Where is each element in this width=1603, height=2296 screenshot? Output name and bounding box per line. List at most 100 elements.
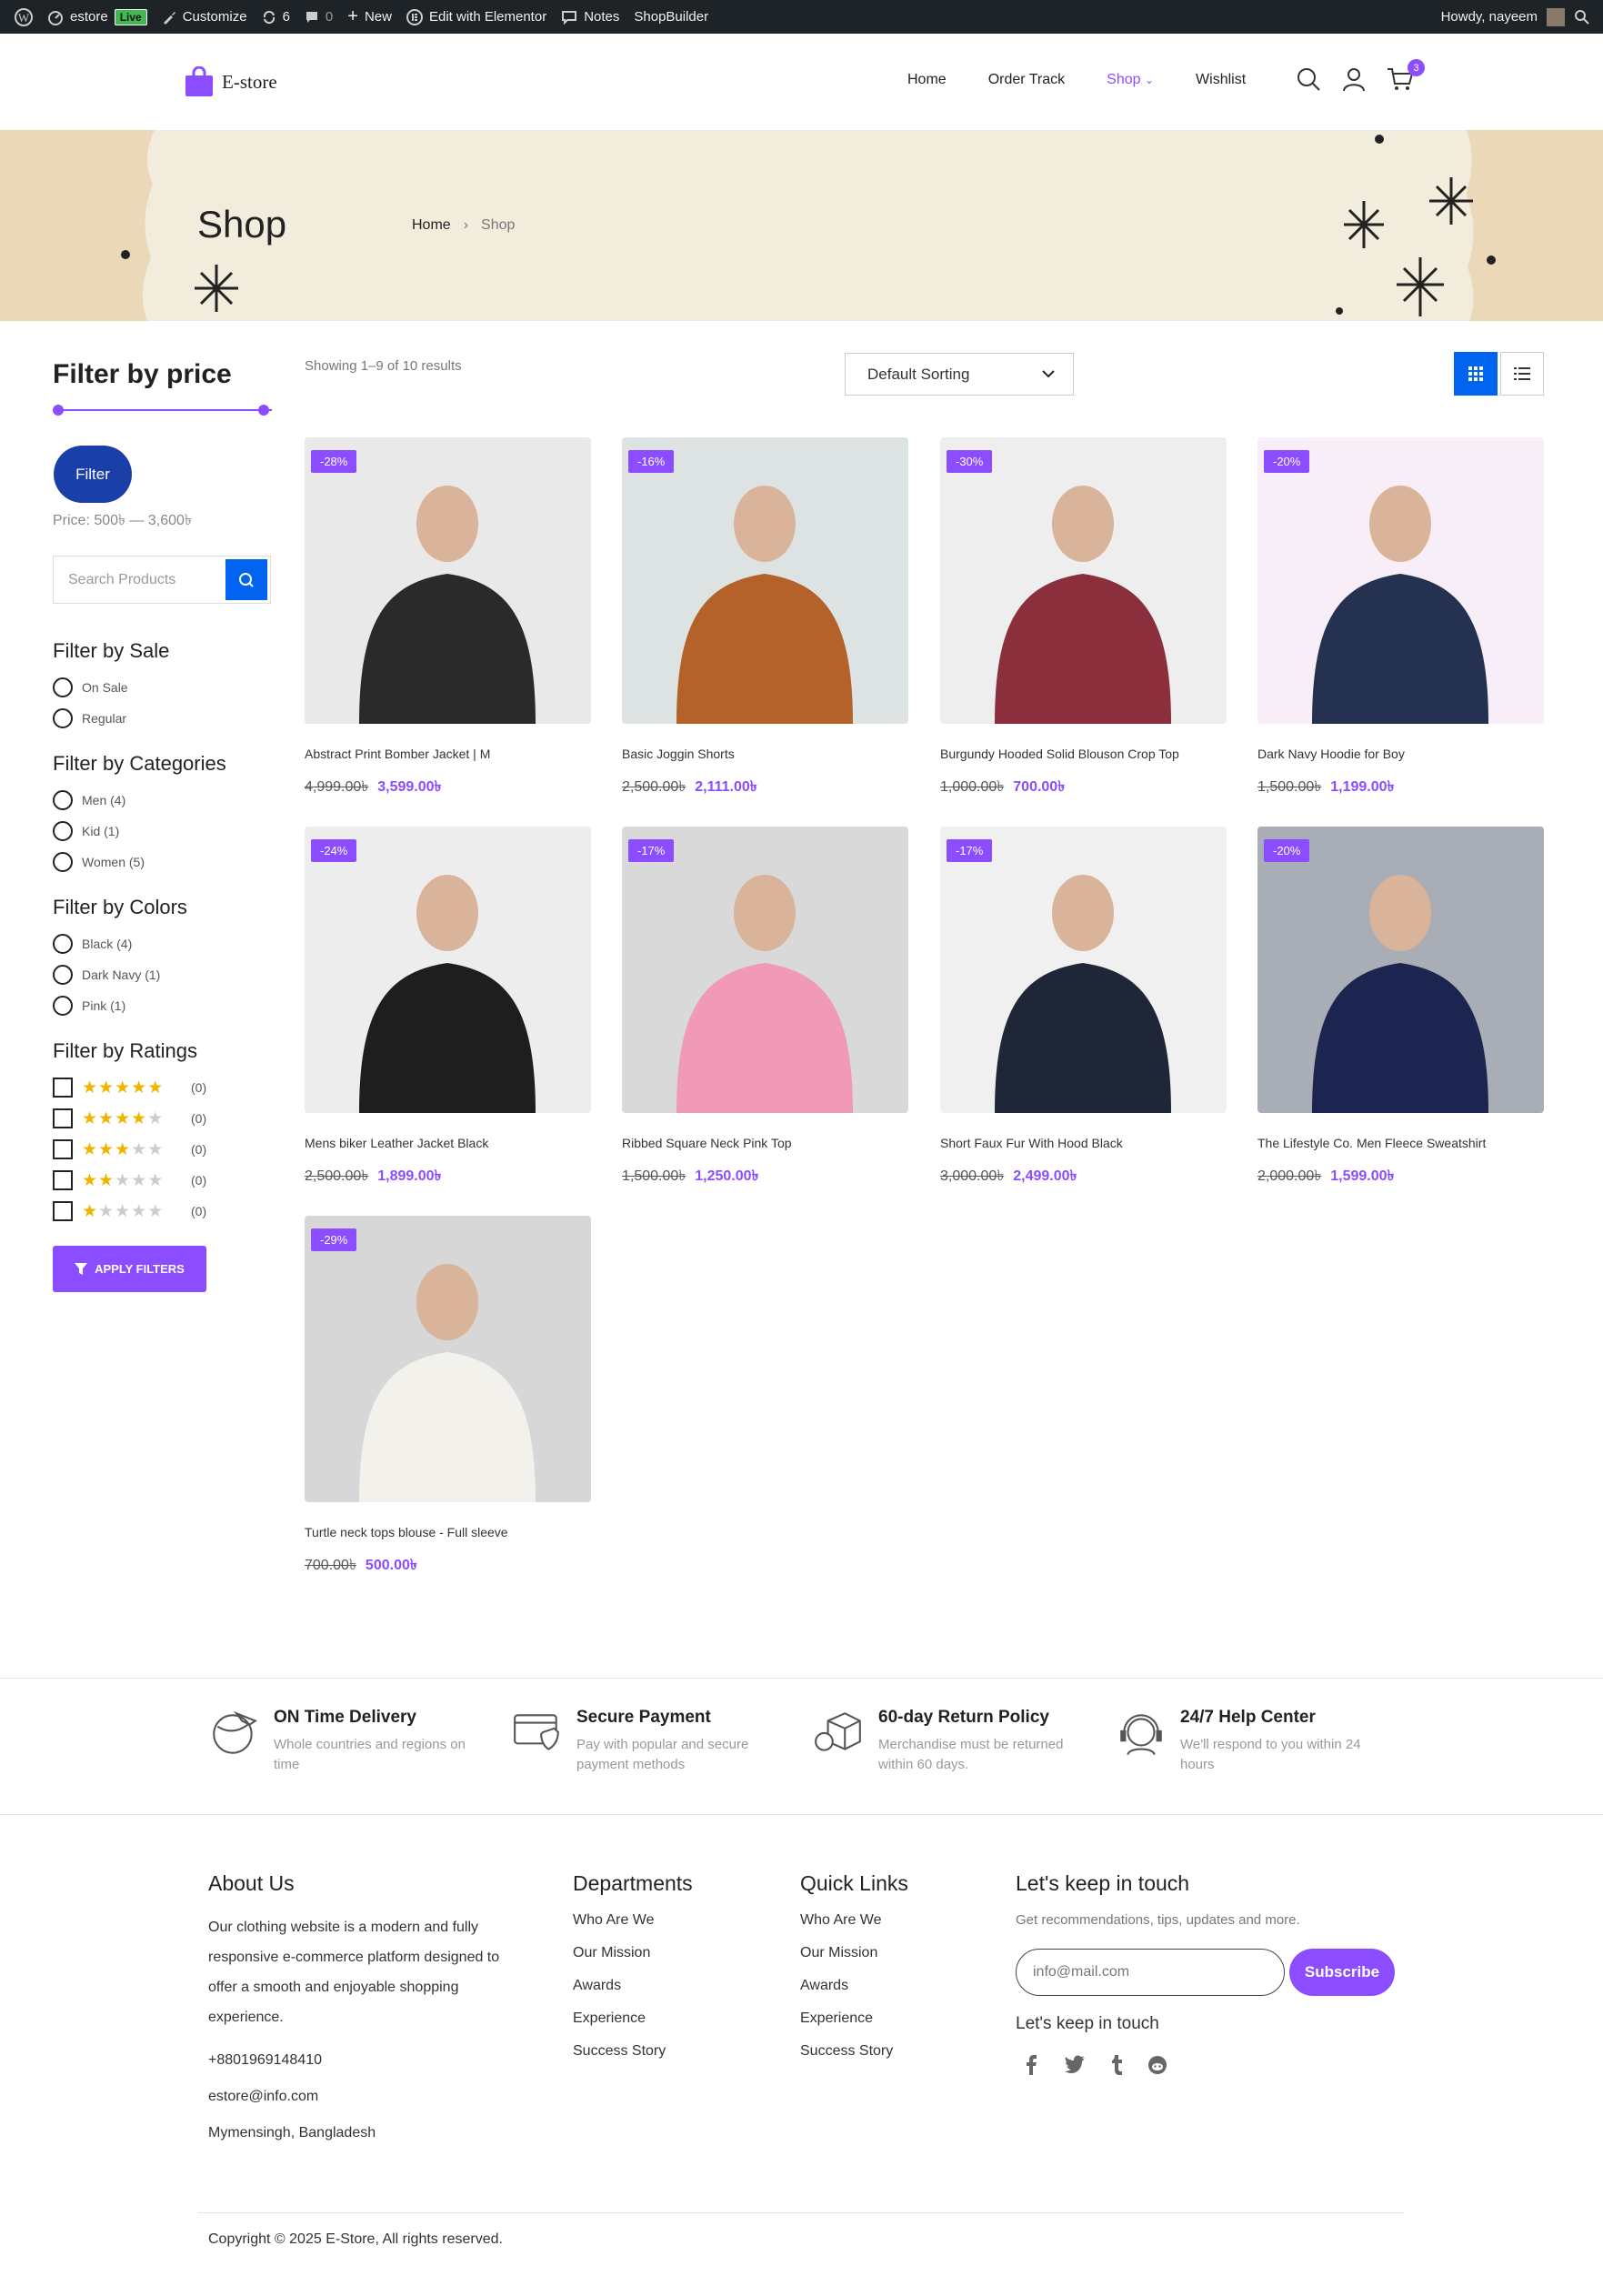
nav-shop[interactable]: Shop ⌄ [1107, 72, 1154, 88]
dept-link[interactable]: Our Mission [573, 1945, 693, 1978]
checkbox[interactable] [53, 1078, 73, 1098]
search-products-input[interactable] [54, 556, 223, 603]
product-card[interactable]: -17% Short Faux Fur With Hood Black 3,000.… [940, 827, 1227, 1188]
price-slider[interactable] [53, 405, 276, 416]
product-image[interactable]: -17% [940, 827, 1227, 1113]
search-icon[interactable] [1296, 66, 1321, 92]
category-option-men[interactable]: Men (4) [53, 785, 226, 816]
product-name[interactable]: Turtle neck tops blouse - Full sleeve [305, 1525, 591, 1539]
product-image[interactable]: -29% [305, 1216, 591, 1502]
color-option-dark-navy[interactable]: Dark Navy (1) [53, 959, 187, 990]
product-image[interactable]: -28% [305, 437, 591, 724]
updates-link[interactable]: 6 [262, 0, 290, 34]
rating-option-5[interactable]: ★ ★ ★ ★ ★ (0) [53, 1072, 206, 1103]
product-name[interactable]: Abstract Print Bomber Jacket | M [305, 747, 591, 761]
checkbox[interactable] [53, 1139, 73, 1159]
customize-link[interactable]: Customize [162, 0, 247, 34]
quick-link[interactable]: Experience [800, 2010, 908, 2043]
product-card[interactable]: -30% Burgundy Hooded Solid Blouson Crop T… [940, 437, 1227, 799]
quick-link[interactable]: Who Are We [800, 1912, 908, 1945]
category-option-kid[interactable]: Kid (1) [53, 816, 226, 847]
product-name[interactable]: The Lifestyle Co. Men Fleece Sweatshirt [1257, 1136, 1544, 1150]
rating-option-4[interactable]: ★ ★ ★ ★ ★ (0) [53, 1103, 206, 1134]
cart-button[interactable]: 3 [1387, 59, 1425, 92]
filter-button[interactable]: Filter [54, 446, 132, 503]
site-logo[interactable]: E-store [184, 66, 277, 97]
product-card[interactable]: -20% Dark Navy Hoodie for Boy 1,500.00৳ 1,1… [1257, 437, 1544, 799]
product-card[interactable]: -29% Turtle neck tops blouse - Full sleev… [305, 1216, 591, 1578]
product-name[interactable]: Burgundy Hooded Solid Blouson Crop Top [940, 747, 1227, 761]
elementor-link[interactable]: Edit with Elementor [406, 0, 546, 34]
product-card[interactable]: -24% Mens biker Leather Jacket Black 2,500… [305, 827, 591, 1188]
admin-search-icon[interactable] [1574, 9, 1590, 25]
product-card[interactable]: -16% Basic Joggin Shorts 2,500.00৳ 2,111.00… [622, 437, 908, 799]
product-image[interactable]: -20% [1257, 437, 1544, 724]
subscribe-button[interactable]: Subscribe [1289, 1949, 1395, 1996]
product-name[interactable]: Short Faux Fur With Hood Black [940, 1136, 1227, 1150]
category-option-women[interactable]: Women (5) [53, 847, 226, 877]
new-link[interactable]: + New [347, 0, 392, 34]
product-image[interactable]: -24% [305, 827, 591, 1113]
grid-view-button[interactable] [1454, 352, 1498, 396]
product-image[interactable]: -16% [622, 437, 908, 724]
price-slider-max-handle[interactable] [258, 405, 269, 416]
nav-home[interactable]: Home [907, 72, 947, 88]
radio[interactable] [53, 821, 73, 841]
dept-link[interactable]: Experience [573, 2010, 693, 2043]
rating-option-2[interactable]: ★ ★ ★ ★ ★ (0) [53, 1165, 206, 1196]
radio[interactable] [53, 677, 73, 697]
rating-option-3[interactable]: ★ ★ ★ ★ ★ (0) [53, 1134, 206, 1165]
admin-site-link[interactable]: estore Live [47, 0, 147, 34]
twitter-icon[interactable] [1064, 2055, 1086, 2075]
facebook-icon[interactable] [1022, 2055, 1040, 2075]
product-image[interactable]: -20% [1257, 827, 1544, 1113]
color-option-black[interactable]: Black (4) [53, 928, 187, 959]
dept-link[interactable]: Success Story [573, 2043, 693, 2076]
radio[interactable] [53, 790, 73, 810]
radio[interactable] [53, 996, 73, 1016]
product-card[interactable]: -28% Abstract Print Bomber Jacket | M 4,99… [305, 437, 591, 799]
product-image[interactable]: -17% [622, 827, 908, 1113]
quick-link[interactable]: Awards [800, 1978, 908, 2010]
radio[interactable] [53, 708, 73, 728]
breadcrumb-home[interactable]: Home [412, 217, 451, 234]
greeting[interactable]: Howdy, nayeem [1441, 9, 1538, 25]
checkbox[interactable] [53, 1201, 73, 1221]
product-name[interactable]: Ribbed Square Neck Pink Top [622, 1136, 908, 1150]
quick-link[interactable]: Success Story [800, 2043, 908, 2076]
product-image[interactable]: -30% [940, 437, 1227, 724]
sale-option-regular[interactable]: Regular [53, 703, 169, 734]
checkbox[interactable] [53, 1170, 73, 1190]
product-card[interactable]: -20% The Lifestyle Co. Men Fleece Sweatsh… [1257, 827, 1544, 1188]
user-icon[interactable] [1341, 66, 1367, 92]
dept-link[interactable]: Awards [573, 1978, 693, 2010]
checkbox[interactable] [53, 1108, 73, 1128]
radio[interactable] [53, 965, 73, 985]
radio[interactable] [53, 852, 73, 872]
sort-select[interactable]: Default Sorting [845, 353, 1074, 396]
apply-filters-button[interactable]: APPLY FILTERS [53, 1246, 206, 1292]
newsletter-email-input[interactable] [1033, 1964, 1260, 1980]
reddit-icon[interactable] [1147, 2055, 1167, 2075]
product-card[interactable]: -17% Ribbed Square Neck Pink Top 1,500.00৳… [622, 827, 908, 1188]
product-name[interactable]: Basic Joggin Shorts [622, 747, 908, 761]
color-option-pink[interactable]: Pink (1) [53, 990, 187, 1021]
footer-phone[interactable]: +8801969148410 [208, 2052, 517, 2069]
comments-link[interactable]: 0 [305, 0, 333, 34]
dept-link[interactable]: Who Are We [573, 1912, 693, 1945]
sale-option-on-sale[interactable]: On Sale [53, 672, 169, 703]
notes-link[interactable]: Notes [561, 0, 619, 34]
nav-wishlist[interactable]: Wishlist [1196, 72, 1246, 88]
list-view-button[interactable] [1500, 352, 1544, 396]
price-slider-min-handle[interactable] [53, 405, 64, 416]
rating-option-1[interactable]: ★ ★ ★ ★ ★ (0) [53, 1196, 206, 1227]
product-name[interactable]: Dark Navy Hoodie for Boy [1257, 747, 1544, 761]
tumblr-icon[interactable] [1109, 2055, 1124, 2075]
radio[interactable] [53, 934, 73, 954]
shopbuilder-link[interactable]: ShopBuilder [634, 0, 708, 34]
footer-email[interactable]: estore@info.com [208, 2089, 517, 2105]
wordpress-logo[interactable]: W [15, 0, 33, 34]
product-name[interactable]: Mens biker Leather Jacket Black [305, 1136, 591, 1150]
avatar[interactable] [1547, 7, 1565, 26]
quick-link[interactable]: Our Mission [800, 1945, 908, 1978]
